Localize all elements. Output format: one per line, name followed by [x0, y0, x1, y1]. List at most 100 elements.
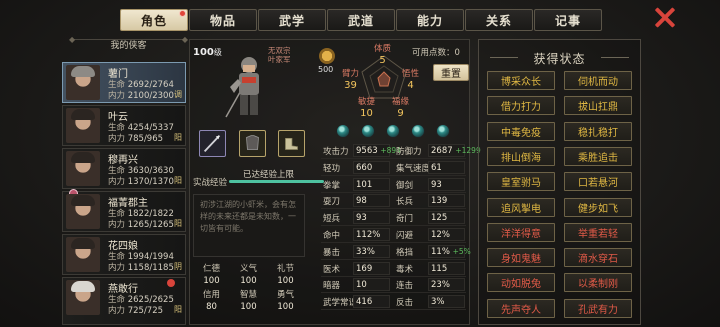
status-tag[interactable]: 健步如飞 [564, 197, 632, 217]
type-tag: 阳 [174, 133, 182, 142]
tab-label: 角色 [140, 13, 167, 28]
stat-value: 93 [353, 211, 390, 225]
tab-items[interactable]: 物品 [189, 9, 257, 31]
status-tag[interactable]: 稳扎稳打 [564, 121, 632, 141]
status-tag[interactable]: 动如脱兔 [487, 273, 555, 293]
tab-journal[interactable]: 记事 [534, 9, 602, 31]
status-tag[interactable]: 举重若轻 [564, 222, 632, 242]
stat-row: 暴击 33% 格挡 11% +5% [321, 244, 471, 260]
stat-value: 112% [353, 228, 390, 241]
stat-label: 命中 [323, 231, 341, 241]
attr-strength: 臂力 39 [342, 69, 360, 91]
tab-relations[interactable]: 关系 [465, 9, 533, 31]
available-points: 可用点数：0 [412, 48, 460, 58]
stat-row: 医术 169 毒术 115 [321, 261, 466, 277]
status-tag[interactable]: 排山倒海 [487, 146, 555, 166]
character-card[interactable]: 福菁郡主 生命 1822/1822 内力 1265/1265 阳 [62, 189, 186, 232]
stat-value: 125 [428, 211, 465, 225]
avatar [66, 280, 100, 315]
stat-label: 奇门 [396, 214, 414, 225]
tab-martial-way[interactable]: 武道 [327, 9, 395, 31]
status-tag[interactable]: 孔武有力 [564, 298, 632, 318]
status-tag[interactable]: 追风掣电 [487, 197, 555, 217]
gem-socket-icon[interactable] [436, 124, 450, 138]
avatar [66, 151, 100, 186]
accessory-slot[interactable] [278, 130, 305, 157]
stat-label: 暗器 [323, 281, 341, 292]
attr-luck: 福缘 9 [392, 97, 410, 119]
gem-socket-icon[interactable] [361, 124, 375, 138]
status-tag[interactable]: 博采众长 [487, 71, 555, 90]
character-card[interactable]: 花四娘 生命 1994/1994 内力 1158/1185 阴 [62, 234, 186, 275]
stat-value: 93 [428, 177, 465, 191]
stat-label: 拳掌 [323, 180, 341, 191]
status-panel-title: 获得状态 [478, 50, 641, 67]
virtue-cell: 信用 80 [202, 290, 220, 312]
status-tag[interactable]: 乘胜追击 [564, 146, 632, 166]
type-tag: 阳 [174, 176, 182, 185]
tab-label: 关系 [485, 13, 512, 28]
level-display: 100级 [193, 47, 222, 58]
stat-label: 集气速度 [396, 163, 431, 174]
status-tag[interactable]: 中毒免疫 [487, 121, 555, 141]
status-tag[interactable]: 身如鬼魅 [487, 248, 555, 268]
gem-socket-icon[interactable] [336, 124, 350, 138]
virtue-cell: 勇气 100 [276, 290, 294, 312]
status-tag[interactable]: 洋洋得意 [487, 222, 555, 242]
exp-progress-bar [229, 180, 324, 183]
weapon-slot[interactable] [199, 130, 226, 157]
close-icon[interactable] [653, 6, 677, 28]
stat-label: 反击 [396, 298, 414, 309]
reset-button[interactable]: 重置 [433, 64, 469, 81]
character-card[interactable]: 叶云 生命 4254/5337 内力 785/965 阳 [62, 105, 186, 146]
attr-comprehension: 悟性 4 [402, 69, 420, 91]
status-tag[interactable]: 先声夺人 [487, 298, 555, 318]
status-tag[interactable]: 伺机而动 [564, 71, 632, 90]
status-tag[interactable]: 皇室驸马 [487, 172, 555, 192]
stat-value: 10 [353, 278, 390, 292]
tab-abilities[interactable]: 能力 [396, 9, 464, 31]
stat-value: 101 [353, 177, 390, 191]
mp-line: 内力 1370/1370 [108, 177, 174, 187]
status-tag[interactable]: 滴水穿石 [564, 248, 632, 268]
potential-icon [319, 48, 335, 64]
type-tag: 阳 [174, 305, 182, 314]
boots-icon [285, 138, 298, 150]
stat-row: 命中 112% 闪避 12% [321, 227, 466, 243]
status-tag[interactable]: 以柔制刚 [564, 273, 632, 293]
character-card[interactable]: 穆再兴 生命 3630/3630 内力 1370/1370 阳 [62, 148, 186, 189]
spear-icon [203, 134, 221, 153]
stat-label: 格挡 [396, 247, 414, 258]
stat-label: 武学常识 [323, 298, 358, 309]
stat-row: 轻功 660 集气速度 61 [321, 160, 466, 176]
stat-value: 3% [428, 295, 465, 309]
character-card[interactable]: 薯门 生命 2692/2764 内力 2100/2300 调 [62, 62, 186, 103]
gem-socket-icon[interactable] [386, 124, 400, 138]
stat-label: 短兵 [323, 214, 341, 225]
character-figure [225, 57, 259, 118]
character-card[interactable]: 燕敢行 生命 2625/2625 内力 725/725 阳 [62, 277, 186, 325]
stat-value: 12% [428, 228, 465, 241]
tab-label: 物品 [209, 13, 236, 28]
character-bio: 初涉江湖的小虾米，会有怎样的未来还都是未知数，一切皆有可能。 [193, 194, 305, 257]
stat-label: 闪避 [396, 231, 414, 241]
stat-row: 暗器 10 连击 23% [321, 277, 466, 294]
stat-label: 防御力 [396, 147, 422, 157]
armor-slot[interactable] [239, 130, 266, 157]
gem-socket-icon[interactable] [411, 124, 425, 138]
tab-martial-arts[interactable]: 武学 [258, 9, 326, 31]
tab-label: 记事 [554, 13, 581, 28]
tab-label: 武道 [347, 13, 374, 28]
mp-line: 内力 725/725 [108, 306, 164, 316]
mp-line: 内力 1158/1185 [108, 263, 174, 273]
status-tag[interactable]: 拔山扛鼎 [564, 96, 632, 116]
status-tag[interactable]: 口若悬河 [564, 172, 632, 192]
stat-value: 660 [353, 160, 390, 174]
stat-row: 耍刀 98 长兵 139 [321, 193, 466, 210]
stat-value: 98 [353, 194, 390, 208]
stat-value: 33% [353, 244, 390, 258]
attr-agility: 敏捷 10 [358, 97, 376, 119]
tab-character[interactable]: 角色 [120, 9, 188, 31]
status-tag[interactable]: 借力打力 [487, 96, 555, 116]
list-header: 我的侠客 [69, 33, 188, 53]
